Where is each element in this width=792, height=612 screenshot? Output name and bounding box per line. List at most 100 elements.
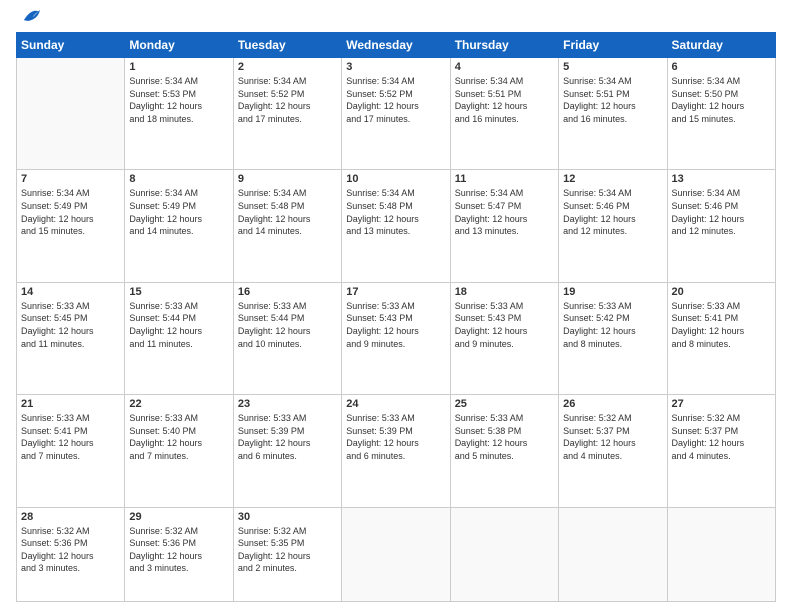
day-cell: 10 Sunrise: 5:34 AMSunset: 5:48 PMDayligh… (342, 170, 450, 282)
day-number: 21 (21, 398, 120, 410)
day-info: Sunrise: 5:34 AMSunset: 5:46 PMDaylight:… (672, 187, 771, 237)
day-info: Sunrise: 5:33 AMSunset: 5:44 PMDaylight:… (129, 300, 228, 350)
day-cell: 22 Sunrise: 5:33 AMSunset: 5:40 PMDayligh… (125, 395, 233, 507)
day-number: 6 (672, 61, 771, 73)
day-cell: 6Sunrise: 5:34 AMSunset: 5:50 PMDaylight… (667, 58, 775, 170)
day-info: Sunrise: 5:32 AMSunset: 5:36 PMDaylight:… (129, 525, 228, 575)
col-header-wednesday: Wednesday (342, 33, 450, 58)
day-cell: 25 Sunrise: 5:33 AMSunset: 5:38 PMDayligh… (450, 395, 558, 507)
day-number: 13 (672, 173, 771, 185)
day-cell (667, 507, 775, 601)
day-number: 9 (238, 173, 337, 185)
day-number: 26 (563, 398, 662, 410)
day-info: Sunrise: 5:33 AMSunset: 5:43 PMDaylight:… (455, 300, 554, 350)
day-number: 14 (21, 286, 120, 298)
day-number: 3 (346, 61, 445, 73)
day-info: Sunrise: 5:34 AMSunset: 5:47 PMDaylight:… (455, 187, 554, 237)
day-cell: 26 Sunrise: 5:32 AMSunset: 5:37 PMDayligh… (559, 395, 667, 507)
day-number: 23 (238, 398, 337, 410)
logo (16, 14, 40, 26)
week-row-4: 21 Sunrise: 5:33 AMSunset: 5:41 PMDayligh… (17, 395, 776, 507)
day-info: Sunrise: 5:33 AMSunset: 5:39 PMDaylight:… (346, 412, 445, 462)
day-number: 16 (238, 286, 337, 298)
day-cell: 9 Sunrise: 5:34 AMSunset: 5:48 PMDaylight… (233, 170, 341, 282)
col-header-monday: Monday (125, 33, 233, 58)
day-info: Sunrise: 5:34 AMSunset: 5:52 PMDaylight:… (346, 75, 445, 125)
day-number: 1 (129, 61, 228, 73)
day-number: 5 (563, 61, 662, 73)
day-cell: 27 Sunrise: 5:32 AMSunset: 5:37 PMDayligh… (667, 395, 775, 507)
day-number: 28 (21, 511, 120, 523)
day-info: Sunrise: 5:33 AMSunset: 5:38 PMDaylight:… (455, 412, 554, 462)
day-number: 12 (563, 173, 662, 185)
day-cell: 1 Sunrise: 5:34 AMSunset: 5:53 PMDaylight… (125, 58, 233, 170)
day-info: Sunrise: 5:33 AMSunset: 5:43 PMDaylight:… (346, 300, 445, 350)
day-info: Sunrise: 5:34 AMSunset: 5:53 PMDaylight:… (129, 75, 228, 125)
day-cell (450, 507, 558, 601)
logo-bird-icon (18, 4, 40, 26)
day-info: Sunrise: 5:34 AMSunset: 5:52 PMDaylight:… (238, 75, 337, 125)
day-number: 22 (129, 398, 228, 410)
day-info: Sunrise: 5:32 AMSunset: 5:35 PMDaylight:… (238, 525, 337, 575)
day-info: Sunrise: 5:34 AMSunset: 5:51 PMDaylight:… (563, 75, 662, 125)
day-cell: 23Sunrise: 5:33 AMSunset: 5:39 PMDayligh… (233, 395, 341, 507)
day-info: Sunrise: 5:32 AMSunset: 5:37 PMDaylight:… (563, 412, 662, 462)
week-row-1: 1 Sunrise: 5:34 AMSunset: 5:53 PMDaylight… (17, 58, 776, 170)
day-info: Sunrise: 5:33 AMSunset: 5:42 PMDaylight:… (563, 300, 662, 350)
day-info: Sunrise: 5:34 AMSunset: 5:49 PMDaylight:… (21, 187, 120, 237)
day-number: 25 (455, 398, 554, 410)
day-cell: 30 Sunrise: 5:32 AMSunset: 5:35 PMDayligh… (233, 507, 341, 601)
day-cell: 8 Sunrise: 5:34 AMSunset: 5:49 PMDaylight… (125, 170, 233, 282)
day-cell: 16 Sunrise: 5:33 AMSunset: 5:44 PMDayligh… (233, 282, 341, 394)
col-header-sunday: Sunday (17, 33, 125, 58)
day-number: 17 (346, 286, 445, 298)
day-cell (559, 507, 667, 601)
day-info: Sunrise: 5:33 AMSunset: 5:41 PMDaylight:… (21, 412, 120, 462)
day-cell: 13 Sunrise: 5:34 AMSunset: 5:46 PMDayligh… (667, 170, 775, 282)
page: SundayMondayTuesdayWednesdayThursdayFrid… (0, 0, 792, 612)
day-info: Sunrise: 5:34 AMSunset: 5:49 PMDaylight:… (129, 187, 228, 237)
day-cell: 20Sunrise: 5:33 AMSunset: 5:41 PMDayligh… (667, 282, 775, 394)
day-cell: 28Sunrise: 5:32 AMSunset: 5:36 PMDayligh… (17, 507, 125, 601)
day-cell: 19Sunrise: 5:33 AMSunset: 5:42 PMDayligh… (559, 282, 667, 394)
day-number: 15 (129, 286, 228, 298)
day-number: 4 (455, 61, 554, 73)
day-cell: 7 Sunrise: 5:34 AMSunset: 5:49 PMDaylight… (17, 170, 125, 282)
day-cell: 2 Sunrise: 5:34 AMSunset: 5:52 PMDaylight… (233, 58, 341, 170)
day-info: Sunrise: 5:33 AMSunset: 5:45 PMDaylight:… (21, 300, 120, 350)
day-info: Sunrise: 5:34 AMSunset: 5:46 PMDaylight:… (563, 187, 662, 237)
day-info: Sunrise: 5:34 AMSunset: 5:48 PMDaylight:… (346, 187, 445, 237)
day-number: 8 (129, 173, 228, 185)
day-cell: 18Sunrise: 5:33 AMSunset: 5:43 PMDayligh… (450, 282, 558, 394)
calendar-table: SundayMondayTuesdayWednesdayThursdayFrid… (16, 32, 776, 602)
day-info: Sunrise: 5:32 AMSunset: 5:37 PMDaylight:… (672, 412, 771, 462)
col-header-thursday: Thursday (450, 33, 558, 58)
day-number: 29 (129, 511, 228, 523)
day-cell: 29 Sunrise: 5:32 AMSunset: 5:36 PMDayligh… (125, 507, 233, 601)
day-info: Sunrise: 5:34 AMSunset: 5:51 PMDaylight:… (455, 75, 554, 125)
day-number: 27 (672, 398, 771, 410)
day-cell: 12 Sunrise: 5:34 AMSunset: 5:46 PMDayligh… (559, 170, 667, 282)
day-info: Sunrise: 5:33 AMSunset: 5:44 PMDaylight:… (238, 300, 337, 350)
day-cell: 5 Sunrise: 5:34 AMSunset: 5:51 PMDaylight… (559, 58, 667, 170)
day-cell: 24Sunrise: 5:33 AMSunset: 5:39 PMDayligh… (342, 395, 450, 507)
col-header-friday: Friday (559, 33, 667, 58)
day-number: 7 (21, 173, 120, 185)
day-cell: 4 Sunrise: 5:34 AMSunset: 5:51 PMDaylight… (450, 58, 558, 170)
week-row-2: 7 Sunrise: 5:34 AMSunset: 5:49 PMDaylight… (17, 170, 776, 282)
header (16, 10, 776, 26)
day-cell: 14 Sunrise: 5:33 AMSunset: 5:45 PMDayligh… (17, 282, 125, 394)
day-cell: 21 Sunrise: 5:33 AMSunset: 5:41 PMDayligh… (17, 395, 125, 507)
day-number: 30 (238, 511, 337, 523)
day-number: 2 (238, 61, 337, 73)
day-cell: 15 Sunrise: 5:33 AMSunset: 5:44 PMDayligh… (125, 282, 233, 394)
day-cell (17, 58, 125, 170)
col-header-tuesday: Tuesday (233, 33, 341, 58)
day-cell (342, 507, 450, 601)
col-header-saturday: Saturday (667, 33, 775, 58)
day-number: 10 (346, 173, 445, 185)
week-row-3: 14 Sunrise: 5:33 AMSunset: 5:45 PMDayligh… (17, 282, 776, 394)
day-info: Sunrise: 5:34 AMSunset: 5:48 PMDaylight:… (238, 187, 337, 237)
day-info: Sunrise: 5:33 AMSunset: 5:40 PMDaylight:… (129, 412, 228, 462)
day-info: Sunrise: 5:33 AMSunset: 5:41 PMDaylight:… (672, 300, 771, 350)
